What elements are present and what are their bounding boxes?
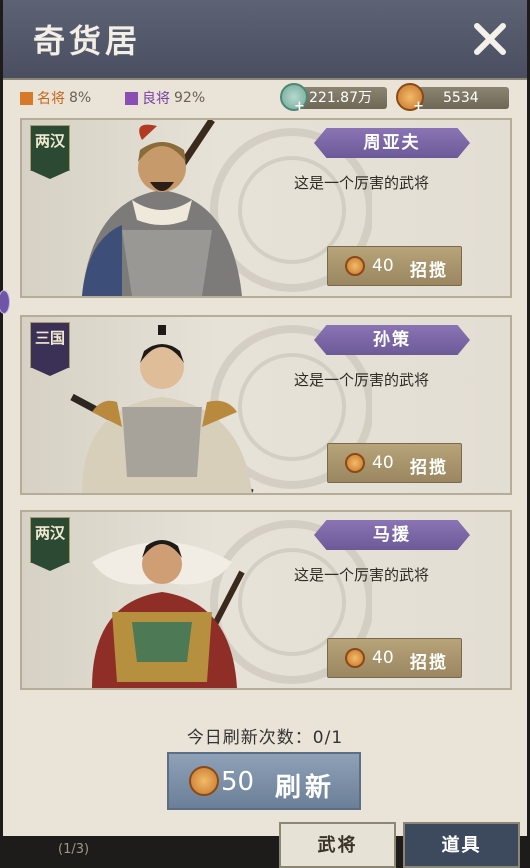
copper-amount: 5534 [443, 90, 479, 106]
recruit-cost: 40 [372, 453, 394, 473]
general-card: 两汉 周亚夫 这是一个厉害的武将 40 招揽 [20, 118, 512, 298]
rate-good-value: 92% [174, 90, 206, 106]
refresh-cost: 50 [221, 767, 255, 797]
portrait-ma-yuan [92, 540, 245, 688]
rate-good-label: 良将 [142, 91, 170, 107]
name-ribbon: 孙策 [314, 325, 470, 355]
general-desc: 这是一个厉害的武将 [294, 371, 430, 389]
dynasty-tag: 两汉 [30, 125, 70, 179]
info-bar: 名将 8% 良将 92% 221.87万 + 5534 + [3, 80, 527, 114]
famous-color-icon [20, 91, 33, 105]
name-ribbon: 周亚夫 [314, 128, 470, 158]
general-name: 周亚夫 [363, 133, 421, 153]
good-color-icon [125, 91, 138, 105]
general-name: 马援 [373, 525, 411, 545]
copper-coin-icon [189, 766, 219, 796]
general-name: 孙策 [373, 330, 411, 350]
rate-famous: 名将 8% [20, 88, 91, 108]
general-desc: 这是一个厉害的武将 [294, 174, 430, 192]
general-card: 三国 孙策 这是一个厉害的武将 40 招揽 [20, 315, 512, 495]
copper-coin-icon [345, 256, 365, 276]
dynasty-tag: 三国 [30, 322, 70, 376]
refresh-button[interactable]: 50 刷新 [167, 752, 361, 810]
portrait-sun-ce [70, 325, 254, 493]
window-title: 奇货居 [33, 22, 142, 60]
recruit-button[interactable]: 40 招揽 [327, 443, 462, 483]
dynasty-tag: 两汉 [30, 517, 70, 571]
rate-famous-value: 8% [69, 90, 92, 106]
copper-coin-icon [345, 648, 365, 668]
tab-items[interactable]: 道具 [403, 822, 520, 868]
recruit-button[interactable]: 40 招揽 [327, 638, 462, 678]
jade-amount: 221.87万 [309, 90, 372, 106]
name-ribbon: 马援 [314, 520, 470, 550]
recruit-label: 招揽 [410, 653, 448, 673]
refresh-label: 刷新 [275, 773, 336, 803]
page-indicator: (1/3) [58, 842, 90, 857]
recruit-label: 招揽 [410, 261, 448, 281]
close-icon [474, 23, 506, 55]
recruit-button[interactable]: 40 招揽 [327, 246, 462, 286]
header-bar: 奇货居 [3, 0, 527, 80]
rate-good: 良将 92% [125, 88, 205, 108]
portrait-zhou-yafu [82, 120, 242, 296]
close-button[interactable] [469, 18, 511, 60]
recruit-cost: 40 [372, 256, 394, 276]
general-card: 两汉 马援 这是一个厉害的武将 40 招揽 [20, 510, 512, 690]
refresh-count-text: 今日刷新次数：0/1 [186, 728, 344, 748]
rate-famous-label: 名将 [37, 91, 65, 107]
jade-add-icon[interactable]: + [294, 99, 305, 114]
general-desc: 这是一个厉害的武将 [294, 566, 430, 584]
recruit-cost: 40 [372, 648, 394, 668]
copper-coin-icon [345, 453, 365, 473]
tab-generals[interactable]: 武将 [279, 822, 396, 868]
recruit-label: 招揽 [410, 458, 448, 478]
shop-panel: 奇货居 名将 8% 良将 92% 221.87万 + 5534 + 两汉 周亚夫… [3, 0, 527, 836]
copper-add-icon[interactable]: + [413, 99, 424, 114]
